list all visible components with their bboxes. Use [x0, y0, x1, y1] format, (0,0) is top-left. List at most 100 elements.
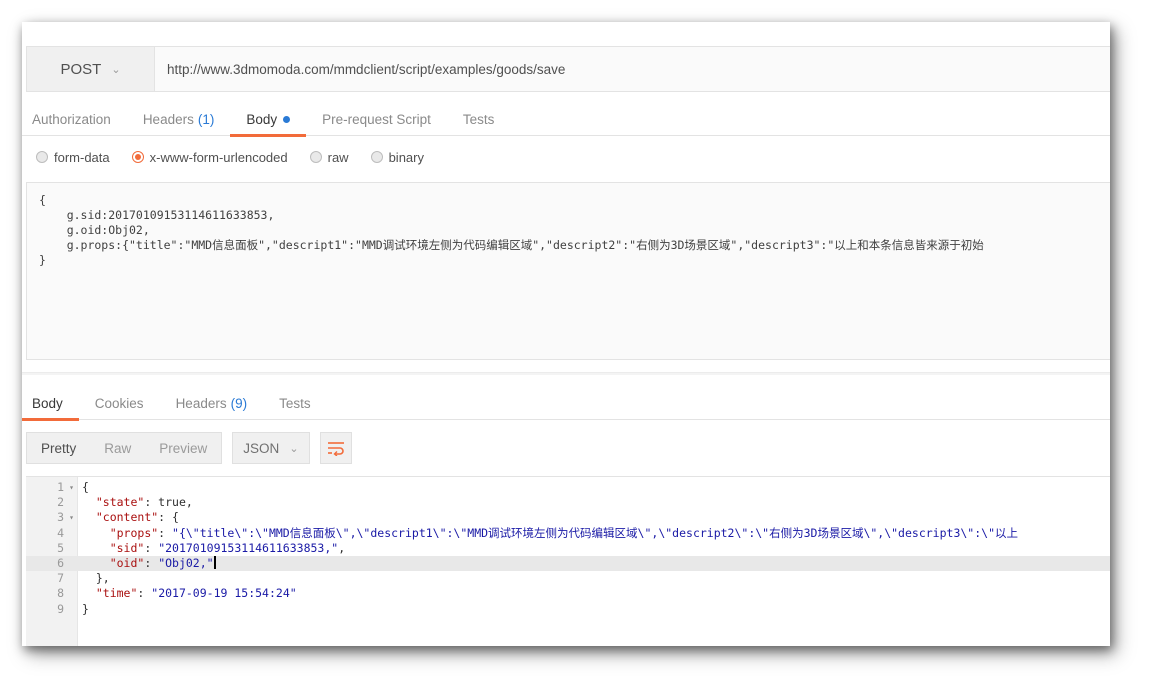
body-line: } [39, 253, 46, 267]
body-mode-radio-group: form-data x-www-form-urlencoded raw bina… [36, 146, 424, 168]
line-number: 1 ▾ [26, 480, 78, 495]
body-line: g.sid:20170109153114611633853, [39, 208, 275, 222]
body-line: g.oid:Obj02, [39, 223, 150, 237]
tab-response-tests[interactable]: Tests [263, 386, 327, 420]
wrap-lines-button[interactable] [319, 432, 352, 464]
json-sep: : [158, 525, 173, 540]
request-tabs: Authorization Headers (1) Body Pre-reque… [22, 102, 1110, 137]
code-text: "state": true, [78, 495, 193, 510]
tab-tests[interactable]: Tests [447, 102, 511, 136]
code-text: "props": "{\"title\":\"MMD信息面板\",\"descr… [78, 526, 1018, 541]
tab-label: Authorization [32, 111, 111, 127]
tab-body[interactable]: Body [230, 102, 306, 137]
json-sep: , [338, 540, 346, 555]
body-modified-dot-icon [283, 115, 291, 123]
request-body-editor[interactable]: { g.sid:20170109153114611633853, g.oid:O… [26, 182, 1110, 360]
chevron-down-icon: ⌄ [289, 442, 299, 455]
tab-label: Pre-request Script [322, 111, 431, 127]
view-preview-button[interactable]: Preview [145, 433, 221, 463]
radio-x-www-form-urlencoded[interactable]: x-www-form-urlencoded [131, 150, 288, 165]
tab-label: Cookies [94, 395, 144, 411]
line-number: 3 ▾ [26, 510, 78, 525]
format-select[interactable]: JSON ⌄ [232, 432, 310, 464]
fold-arrow-icon[interactable]: ▾ [69, 510, 74, 525]
code-line: 9 } [26, 602, 1110, 617]
radio-binary[interactable]: binary [370, 149, 424, 165]
tab-headers[interactable]: Headers (1) [127, 102, 231, 136]
postman-window: POST ⌄ http://www.3dmomoda.com/mmdclient… [22, 22, 1110, 646]
code-line: 5 "sid": "20170109153114611633853,", [26, 541, 1110, 556]
chevron-down-icon: ⌄ [111, 63, 121, 76]
json-value: : { [158, 510, 179, 525]
headers-count-badge: (1) [197, 111, 215, 127]
response-tabs: Body Cookies Headers (9) Tests [22, 386, 1110, 421]
code-text: "sid": "20170109153114611633853,", [78, 541, 345, 556]
json-key: "props" [109, 525, 159, 540]
json-sep: : [144, 540, 159, 555]
json-string: "{\"title\":\"MMD信息面板\",\"descript1\":\"… [172, 525, 1018, 540]
body-line: { [39, 193, 46, 207]
method-select[interactable]: POST ⌄ [27, 47, 155, 91]
tab-label: Tests [462, 111, 495, 127]
pane-divider[interactable] [22, 372, 1110, 375]
view-raw-button[interactable]: Raw [90, 433, 145, 463]
radio-label: binary [388, 149, 424, 165]
view-pretty-button[interactable]: Pretty [27, 433, 90, 463]
code-line: 4 "props": "{\"title\":\"MMD信息面板\",\"des… [26, 526, 1110, 541]
json-key: "content" [95, 510, 159, 525]
line-number: 9 [57, 601, 64, 616]
line-number: 2 [57, 495, 64, 510]
code-line: 8 "time": "2017-09-19 15:54:24" [26, 586, 1110, 601]
headers-count-badge: (9) [230, 395, 248, 411]
tab-label: Body [32, 395, 63, 411]
code-text: }, [82, 571, 110, 586]
tab-response-headers[interactable]: Headers (9) [160, 386, 264, 420]
line-number: 6 [57, 556, 64, 570]
json-string: "Obj02," [158, 556, 214, 570]
body-line: g.props:{"title":"MMD信息面板","descript1":"… [39, 238, 984, 252]
code-text: "oid": "Obj02," [78, 556, 216, 571]
json-string: "2017-09-19 15:54:24" [151, 586, 297, 601]
code-line: 1 ▾ { [26, 480, 1110, 495]
line-number: 5 [57, 540, 64, 555]
json-key: "sid" [109, 540, 145, 555]
code-text: "time": "2017-09-19 15:54:24" [78, 586, 297, 601]
response-body-viewer[interactable]: 1 ▾ { 2 "state": true, 3 ▾ "content": { 4 … [26, 476, 1110, 646]
format-label: JSON [243, 440, 280, 456]
wrap-lines-icon [327, 442, 344, 456]
code-line-active: 6 "oid": "Obj02," [26, 556, 1110, 572]
json-key: "oid" [109, 556, 145, 570]
radio-checked-icon [131, 151, 144, 163]
json-sep: : [144, 556, 159, 570]
radio-circle-icon [36, 151, 48, 163]
fold-arrow-icon[interactable]: ▾ [69, 480, 74, 495]
request-url-bar: POST ⌄ http://www.3dmomoda.com/mmdclient… [26, 46, 1110, 92]
tab-cookies[interactable]: Cookies [79, 386, 160, 420]
tab-label: Tests [279, 395, 311, 411]
code-text: } [82, 601, 89, 616]
text-cursor [213, 556, 216, 569]
method-label: POST [60, 60, 102, 78]
tab-response-body[interactable]: Body [22, 386, 79, 421]
radio-label: form-data [54, 149, 110, 165]
radio-label: raw [327, 149, 349, 165]
line-number-text: 1 [57, 480, 64, 494]
line-number-text: 3 [57, 510, 64, 525]
tab-pre-request-script[interactable]: Pre-request Script [306, 102, 447, 136]
url-input[interactable]: http://www.3dmomoda.com/mmdclient/script… [155, 47, 1110, 91]
code-line: 3 ▾ "content": { [26, 510, 1110, 525]
tab-authorization[interactable]: Authorization [22, 102, 127, 136]
radio-form-data[interactable]: form-data [36, 150, 110, 165]
tab-label: Body [246, 111, 278, 127]
code-text: { [82, 480, 89, 494]
radio-raw[interactable]: raw [309, 149, 349, 165]
code-line: 7 }, [26, 571, 1110, 586]
json-value: : true, [144, 495, 193, 510]
line-number: 7 [57, 571, 64, 586]
json-key: "time" [95, 586, 138, 601]
json-sep: : [137, 586, 152, 601]
code-line: 2 "state": true, [26, 495, 1110, 510]
